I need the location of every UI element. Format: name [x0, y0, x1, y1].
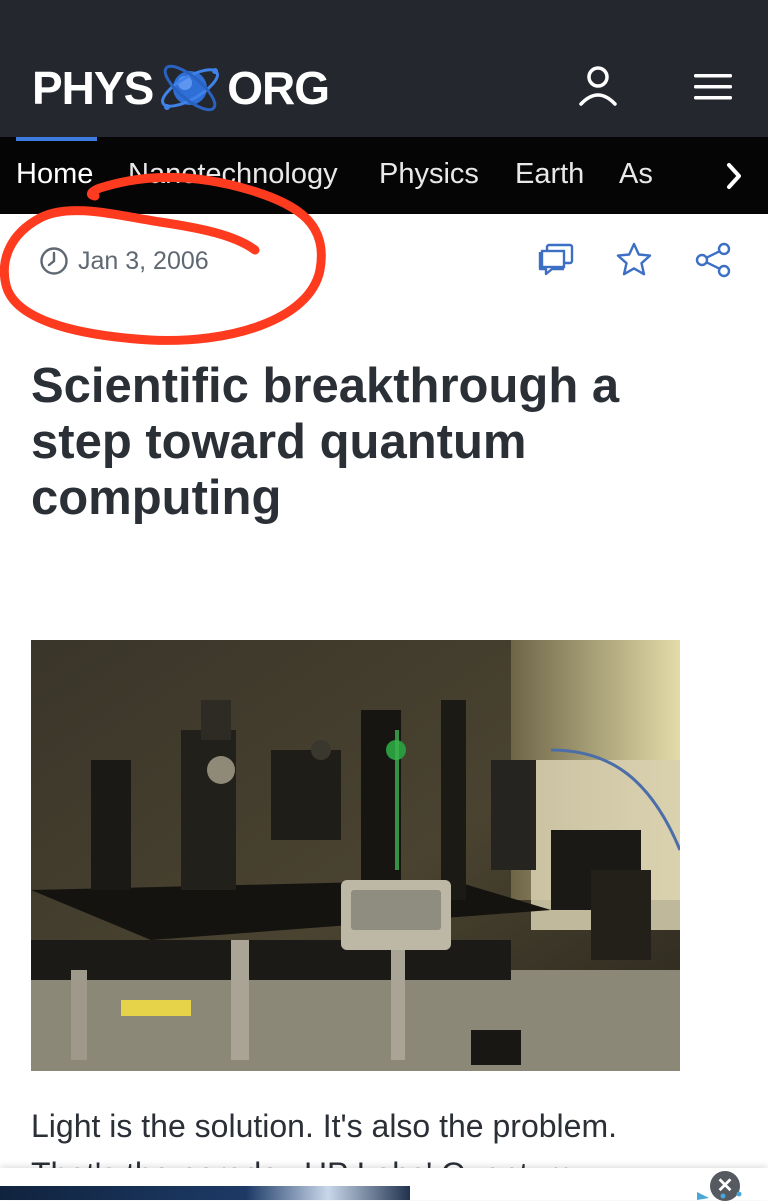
comment-icon[interactable] [538, 242, 574, 276]
article-title: Scientific breakthrough a step toward qu… [31, 359, 620, 525]
nav-scroll-right-button[interactable] [700, 137, 768, 214]
article-date: Jan 3, 2006 [78, 247, 209, 275]
star-icon[interactable] [615, 241, 653, 277]
phys-org-logo[interactable]: PHYS ORG [32, 58, 330, 118]
nav-item-nanotechnology[interactable]: Nanotechnology [128, 158, 338, 191]
user-icon[interactable] [578, 64, 618, 106]
ad-image[interactable] [0, 1186, 410, 1200]
article-body-line-1: Light is the solution. It's also the pro… [31, 1108, 617, 1144]
nav-active-indicator [16, 137, 97, 141]
share-icon[interactable] [694, 241, 732, 279]
hamburger-menu-icon[interactable] [694, 72, 732, 102]
chevron-right-icon [727, 162, 741, 189]
nav-item-astronomy[interactable]: As [619, 158, 653, 191]
nav-item-physics[interactable]: Physics [379, 158, 479, 191]
atom-logo-icon [161, 64, 220, 112]
nav-item-earth[interactable]: Earth [515, 158, 584, 191]
clock-icon [40, 247, 68, 275]
ad-choices-icon[interactable] [695, 1188, 755, 1200]
logo-text-phys: PHYS [32, 62, 154, 114]
logo-text-org: ORG [227, 62, 330, 114]
nav-item-home[interactable]: Home [16, 158, 93, 191]
article-photo[interactable] [31, 640, 680, 1071]
